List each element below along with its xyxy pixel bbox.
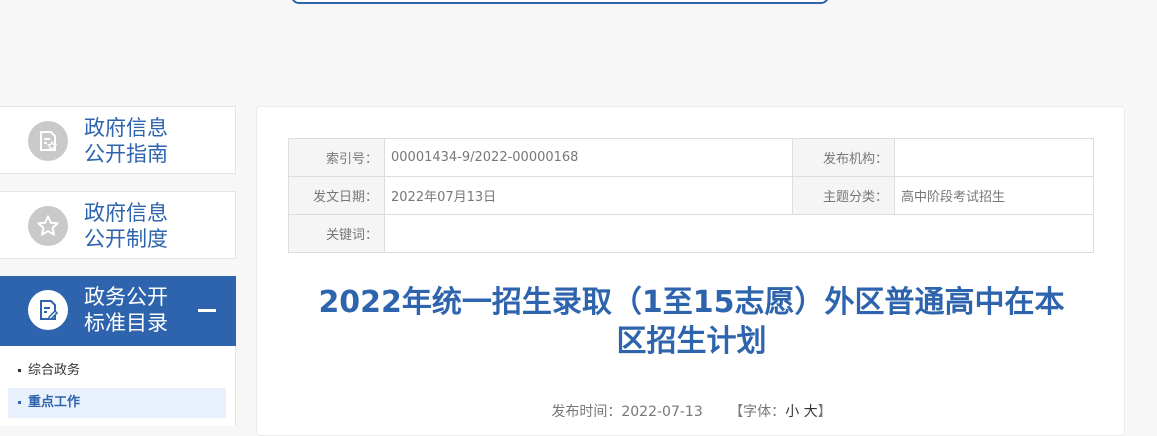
- article-title: 2022年统一招生录取（1至15志愿）外区普通高中在本 区招生计划: [318, 285, 1065, 359]
- date-value: 2022年07月13日: [384, 176, 793, 215]
- publish-info: 发布时间：2022-07-13 【字体：小 大】: [257, 401, 1126, 421]
- category-label: 主题分类：: [792, 176, 895, 215]
- sidebar-item-standard-catalog[interactable]: 政务公开 标准目录: [0, 276, 236, 346]
- publisher-label: 发布机构：: [792, 138, 895, 177]
- collapse-icon[interactable]: [198, 309, 216, 312]
- index-no-value: 00001434-9/2022-00000168: [384, 138, 793, 177]
- bullet-icon: [18, 369, 21, 372]
- font-large-button[interactable]: 大: [804, 404, 818, 420]
- font-size-control: 【字体：小 大】: [729, 404, 832, 420]
- bullet-icon: [18, 401, 21, 404]
- index-no-label: 索引号：: [288, 138, 385, 177]
- article-panel: 索引号： 00001434-9/2022-00000168 发布机构： 发文日期…: [256, 106, 1125, 436]
- sidebar-sub-item-key-work[interactable]: 重点工作: [8, 388, 226, 418]
- document-edit-icon: [28, 290, 68, 330]
- sidebar: 政府信息 公开指南 政府信息 公开制度 政务公开 标准目录 综合政务 重点工作: [0, 0, 240, 426]
- sidebar-sub-item-general[interactable]: 综合政务: [8, 356, 226, 386]
- font-small-button[interactable]: 小: [785, 404, 799, 420]
- date-label: 发文日期：: [288, 176, 385, 215]
- publisher-value: [894, 138, 1094, 177]
- table-row: 关键词：: [288, 214, 1094, 253]
- table-row: 索引号： 00001434-9/2022-00000168 发布机构：: [288, 138, 1094, 177]
- star-icon: [28, 206, 68, 246]
- keywords-value: [384, 214, 1094, 253]
- metadata-table: 索引号： 00001434-9/2022-00000168 发布机构： 发文日期…: [288, 138, 1094, 253]
- sidebar-item-label: 政府信息 公开制度: [84, 201, 168, 251]
- publish-time: 发布时间：2022-07-13: [551, 404, 703, 420]
- top-search-bar[interactable]: [291, 0, 829, 4]
- keywords-label: 关键词：: [288, 214, 385, 253]
- sidebar-item-disclosure-system[interactable]: 政府信息 公开制度: [0, 191, 236, 259]
- category-value: 高中阶段考试招生: [894, 176, 1094, 215]
- sidebar-item-label: 政府信息 公开指南: [84, 116, 168, 166]
- sidebar-item-disclosure-guide[interactable]: 政府信息 公开指南: [0, 106, 236, 174]
- table-row: 发文日期： 2022年07月13日 主题分类： 高中阶段考试招生: [288, 176, 1094, 215]
- document-star-icon: [28, 121, 68, 161]
- sidebar-sub-list: 综合政务 重点工作: [0, 346, 236, 426]
